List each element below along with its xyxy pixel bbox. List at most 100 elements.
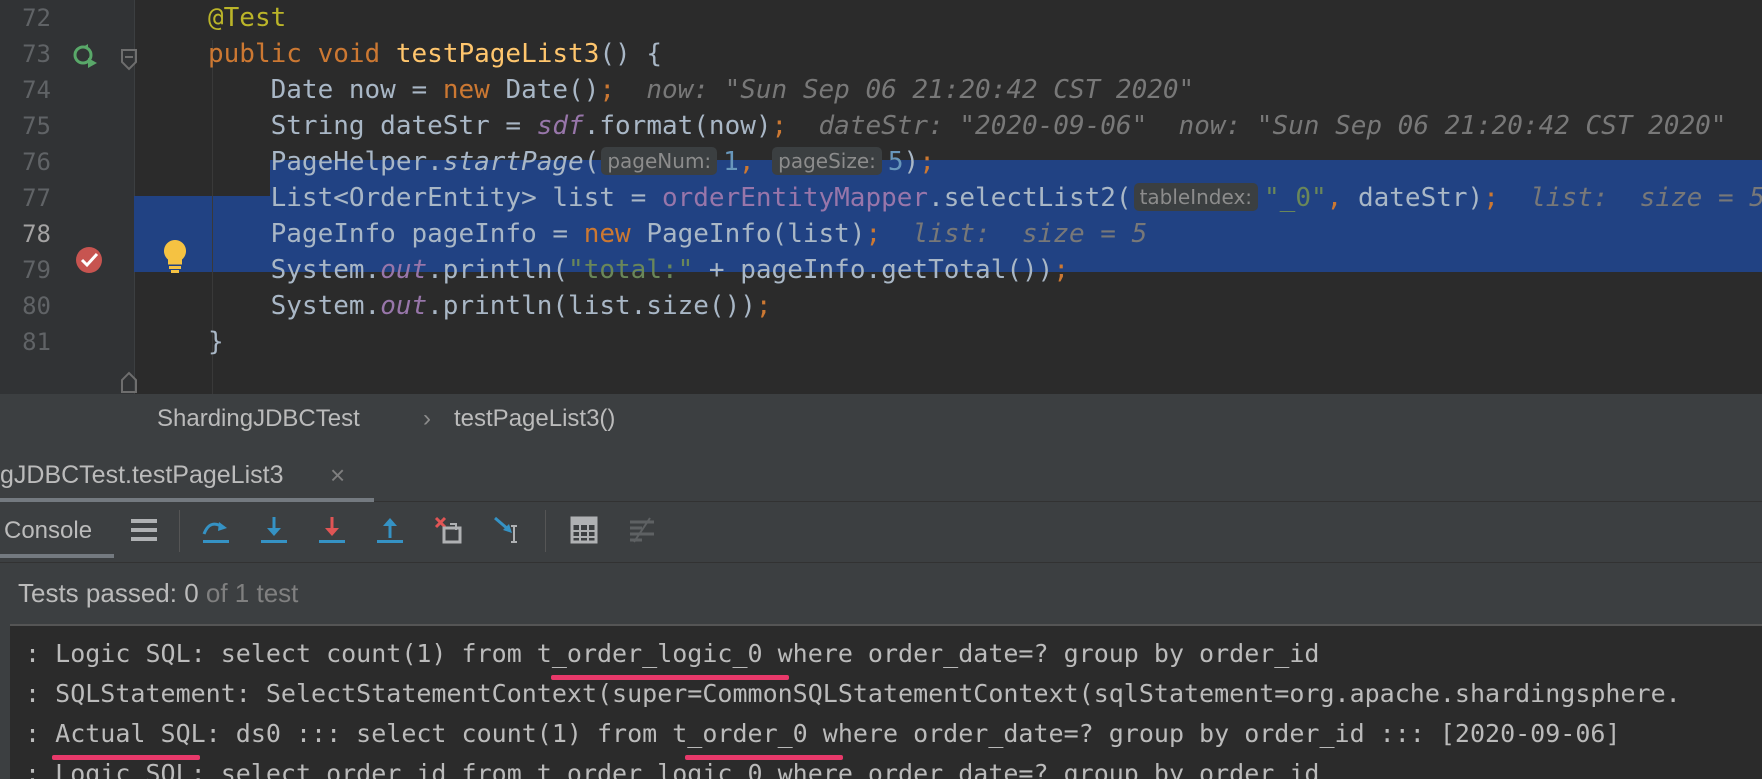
close-icon[interactable]: × <box>330 444 345 506</box>
code-token: out <box>380 291 428 321</box>
force-step-into-icon[interactable] <box>316 514 348 546</box>
line-number[interactable]: 77 <box>0 178 51 218</box>
code-line[interactable]: 76 PageHelper.startPage(pageNum: 1, pageS… <box>0 142 1762 182</box>
code-line[interactable]: 80 System.out.println(list.size()); <box>0 286 1762 326</box>
step-into-icon[interactable] <box>258 514 290 546</box>
code-line[interactable]: 72 @Test <box>0 0 1762 38</box>
code-token: ; <box>1483 183 1499 213</box>
code-token: , <box>1326 183 1358 213</box>
inline-debug-value: list: size = 5 <box>1498 183 1762 213</box>
code-token: () { <box>599 39 662 69</box>
code-text[interactable]: PageHelper.startPage(pageNum: 1, pageSize… <box>208 142 935 182</box>
step-over-icon[interactable] <box>200 514 232 546</box>
inline-debug-value: list: size = 5 <box>881 219 1148 249</box>
code-token: } <box>208 327 224 357</box>
code-line[interactable]: 81} <box>0 322 1762 362</box>
run-to-cursor-icon[interactable] <box>492 514 524 546</box>
code-token: System. <box>208 291 381 321</box>
code-token: "total:" <box>568 255 694 285</box>
parameter-hint: pageSize: <box>772 147 882 175</box>
run-tabs: gJDBCTest.testPageList3 × <box>0 444 1762 502</box>
trace-icon[interactable] <box>626 514 658 546</box>
fold-icon[interactable] <box>120 48 138 72</box>
inline-debug-value: dateStr: "2020-09-06" now: "Sun Sep 06 2… <box>787 111 1727 141</box>
code-text[interactable]: PageInfo pageInfo = new PageInfo(list); … <box>208 214 1148 254</box>
breadcrumb-class[interactable]: ShardingJDBCTest <box>157 394 360 444</box>
line-number[interactable]: 81 <box>0 322 51 362</box>
code-token: ; <box>919 147 935 177</box>
code-token: startPage <box>442 147 584 177</box>
line-number[interactable]: 76 <box>0 142 51 182</box>
code-token: ; <box>599 75 616 105</box>
code-line[interactable]: 79 System.out.println("total:" + pageInf… <box>0 250 1762 290</box>
code-line[interactable]: 77 List<OrderEntity> list = orderEntityM… <box>0 178 1762 218</box>
code-text[interactable]: @Test <box>208 0 286 38</box>
code-token: new <box>442 75 506 105</box>
step-out-icon[interactable] <box>374 514 406 546</box>
code-editor[interactable]: 72 @Test 73 public void testPageList3() {74… <box>0 0 1762 394</box>
console-output[interactable]: : Logic SQL: select count(1) from t_orde… <box>10 624 1762 779</box>
console-left-edge <box>0 624 10 779</box>
code-text[interactable]: System.out.println(list.size()); <box>208 286 772 326</box>
code-token: "_0" <box>1264 183 1327 213</box>
code-token: .println(list.size()) <box>427 291 756 321</box>
rerun-debug-icon[interactable] <box>70 42 100 72</box>
highlight-underline <box>551 675 789 680</box>
breadcrumb-method[interactable]: testPageList3() <box>454 394 615 444</box>
code-token: List<OrderEntity> list = <box>208 183 662 213</box>
code-token: Date() <box>505 75 600 105</box>
code-line[interactable]: 78 PageInfo pageInfo = new PageInfo(list… <box>0 214 1762 254</box>
line-number[interactable]: 75 <box>0 106 51 146</box>
line-number[interactable]: 79 <box>0 250 51 290</box>
code-text[interactable]: String dateStr = sdf.format(now); dateSt… <box>208 106 1727 146</box>
code-text[interactable]: List<OrderEntity> list = orderEntityMapp… <box>208 178 1762 218</box>
code-token: void <box>317 39 396 69</box>
line-number[interactable]: 78 <box>0 214 51 254</box>
soft-wrap-icon[interactable] <box>128 514 160 546</box>
test-status-bar: Tests passed: 0 of 1 test <box>0 562 1762 622</box>
line-number[interactable]: 73 <box>0 34 51 74</box>
code-token: out <box>380 255 428 285</box>
fold-end-icon[interactable] <box>120 370 138 394</box>
inline-debug-value: now: "Sun Sep 06 21:20:42 CST 2020" <box>615 75 1195 105</box>
console-line: : Actual SQL: ds0 ::: select count(1) fr… <box>10 719 1621 748</box>
code-text[interactable]: Date now = new Date(); now: "Sun Sep 06 … <box>208 70 1195 110</box>
toolbar-separator <box>179 510 180 552</box>
code-text[interactable]: System.out.println("total:" + pageInfo.g… <box>208 250 1069 290</box>
code-token: .println( <box>427 255 569 285</box>
code-token: + pageInfo.getTotal()) <box>693 255 1054 285</box>
code-token: ( <box>583 147 600 177</box>
code-token: PageHelper. <box>208 147 443 177</box>
line-number[interactable]: 74 <box>0 70 51 110</box>
code-line[interactable]: 73 public void testPageList3() { <box>0 34 1762 74</box>
code-token: , <box>738 147 771 177</box>
run-config-tab[interactable]: gJDBCTest.testPageList3 × <box>0 444 374 502</box>
code-token: ) <box>903 147 920 177</box>
parameter-hint: tableIndex: <box>1133 183 1259 211</box>
code-text[interactable]: } <box>208 322 224 362</box>
highlight-underline <box>52 755 200 760</box>
parameter-hint: pageNum: <box>601 147 718 175</box>
status-count: 0 <box>184 578 199 608</box>
code-token: PageInfo(list) <box>646 219 866 249</box>
code-token: 1 <box>723 147 739 177</box>
breadcrumb-separator: › <box>423 405 431 432</box>
line-number[interactable]: 72 <box>0 0 51 38</box>
console-toolbar: Console <box>0 502 1762 558</box>
code-token: ; <box>755 291 772 321</box>
evaluate-icon[interactable] <box>568 514 600 546</box>
code-token: dateStr) <box>1357 183 1484 213</box>
drop-frame-icon[interactable] <box>432 514 464 546</box>
code-text[interactable]: public void testPageList3() { <box>208 34 662 74</box>
breakpoint-icon[interactable] <box>74 245 104 275</box>
code-token: orderEntityMapper <box>661 183 929 213</box>
console-line: : SQLStatement: SelectStatementContext(s… <box>10 679 1681 708</box>
status-label: Tests passed: <box>18 578 185 608</box>
code-line[interactable]: 74 Date now = new Date(); now: "Sun Sep … <box>0 70 1762 110</box>
toolbar-separator <box>545 510 546 552</box>
line-number[interactable]: 80 <box>0 286 51 326</box>
code-token: .format(now) <box>583 111 772 141</box>
lightbulb-icon[interactable] <box>161 238 189 274</box>
tab-console[interactable]: Console <box>0 502 114 558</box>
code-line[interactable]: 75 String dateStr = sdf.format(now); dat… <box>0 106 1762 146</box>
